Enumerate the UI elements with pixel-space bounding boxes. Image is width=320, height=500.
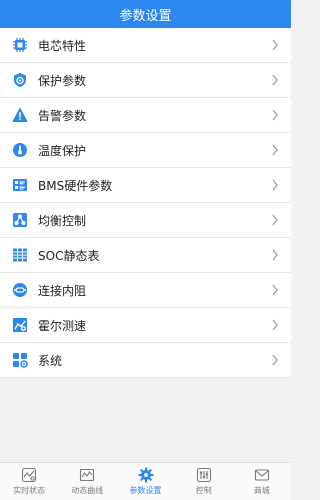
menu-item-label: 连接内阻 xyxy=(38,283,87,298)
menu-item-soc-static-table[interactable]: SOC静态表 xyxy=(0,238,291,273)
mall-envelope-icon xyxy=(254,469,269,481)
menu-item-alarm-params[interactable]: 告警参数 xyxy=(0,98,291,133)
menu-item-label: SOC静态表 xyxy=(38,248,100,263)
bottom-tab-bar: 实时状态 动态曲线 参数设置 控制 商城 xyxy=(0,462,291,500)
page-title: 参数设置 xyxy=(119,8,172,24)
control-sliders-icon xyxy=(196,467,211,483)
balance-network-icon xyxy=(12,212,28,228)
menu-item-balance-control[interactable]: 均衡控制 xyxy=(0,203,291,238)
realtime-status-icon xyxy=(22,467,37,483)
thermometer-icon xyxy=(12,142,28,158)
hardware-list-icon xyxy=(12,177,28,193)
chevron-right-icon xyxy=(272,144,278,156)
tab-mall[interactable]: 商城 xyxy=(233,463,291,500)
tab-control[interactable]: 控制 xyxy=(175,463,233,500)
chevron-right-icon xyxy=(272,284,278,296)
menu-item-label: 均衡控制 xyxy=(38,213,87,228)
battery-cell-icon xyxy=(12,37,28,53)
speed-chart-icon xyxy=(12,317,28,333)
menu-item-label: 系统 xyxy=(38,353,63,368)
menu-item-connection-resistance[interactable]: 连接内阻 xyxy=(0,273,291,308)
chevron-right-icon xyxy=(272,39,278,51)
chevron-right-icon xyxy=(272,319,278,331)
settings-gear-icon xyxy=(138,467,153,483)
tab-label: 控制 xyxy=(195,486,212,495)
tab-label: 商城 xyxy=(253,486,270,495)
tab-parameter-settings[interactable]: 参数设置 xyxy=(116,463,174,500)
chevron-right-icon xyxy=(272,214,278,226)
tab-label: 参数设置 xyxy=(129,486,162,495)
menu-item-label: 霍尔测速 xyxy=(38,318,87,333)
warning-icon xyxy=(12,107,28,123)
table-grid-icon xyxy=(12,247,28,263)
tab-dynamic-curve[interactable]: 动态曲线 xyxy=(58,463,116,500)
menu-item-system[interactable]: 系统 xyxy=(0,343,291,378)
page-title-bar: 参数设置 xyxy=(0,0,291,28)
menu-item-label: 保护参数 xyxy=(38,73,87,88)
settings-menu: 电芯特性 保护参数 告警参数 温度保护 BMS硬件参数 均衡控制 SOC静态表 … xyxy=(0,28,291,378)
chevron-right-icon xyxy=(272,74,278,86)
chevron-right-icon xyxy=(272,249,278,261)
system-apps-icon xyxy=(12,352,28,368)
menu-item-label: 告警参数 xyxy=(38,108,87,123)
shield-gear-icon xyxy=(12,72,28,88)
menu-item-bms-hardware-params[interactable]: BMS硬件参数 xyxy=(0,168,291,203)
chevron-right-icon xyxy=(272,354,278,366)
chevron-right-icon xyxy=(272,109,278,121)
menu-item-protection-params[interactable]: 保护参数 xyxy=(0,63,291,98)
menu-item-label: BMS硬件参数 xyxy=(38,178,113,193)
tab-realtime-status[interactable]: 实时状态 xyxy=(0,463,58,500)
menu-item-temperature-protection[interactable]: 温度保护 xyxy=(0,133,291,168)
tab-label: 动态曲线 xyxy=(71,486,104,495)
menu-item-cell-characteristics[interactable]: 电芯特性 xyxy=(0,28,291,63)
dynamic-curve-icon xyxy=(80,468,95,482)
menu-item-label: 温度保护 xyxy=(38,143,87,158)
menu-item-hall-speed[interactable]: 霍尔测速 xyxy=(0,308,291,343)
tab-label: 实时状态 xyxy=(13,486,46,495)
resistance-icon xyxy=(12,282,28,298)
chevron-right-icon xyxy=(272,179,278,191)
menu-item-label: 电芯特性 xyxy=(38,38,87,53)
